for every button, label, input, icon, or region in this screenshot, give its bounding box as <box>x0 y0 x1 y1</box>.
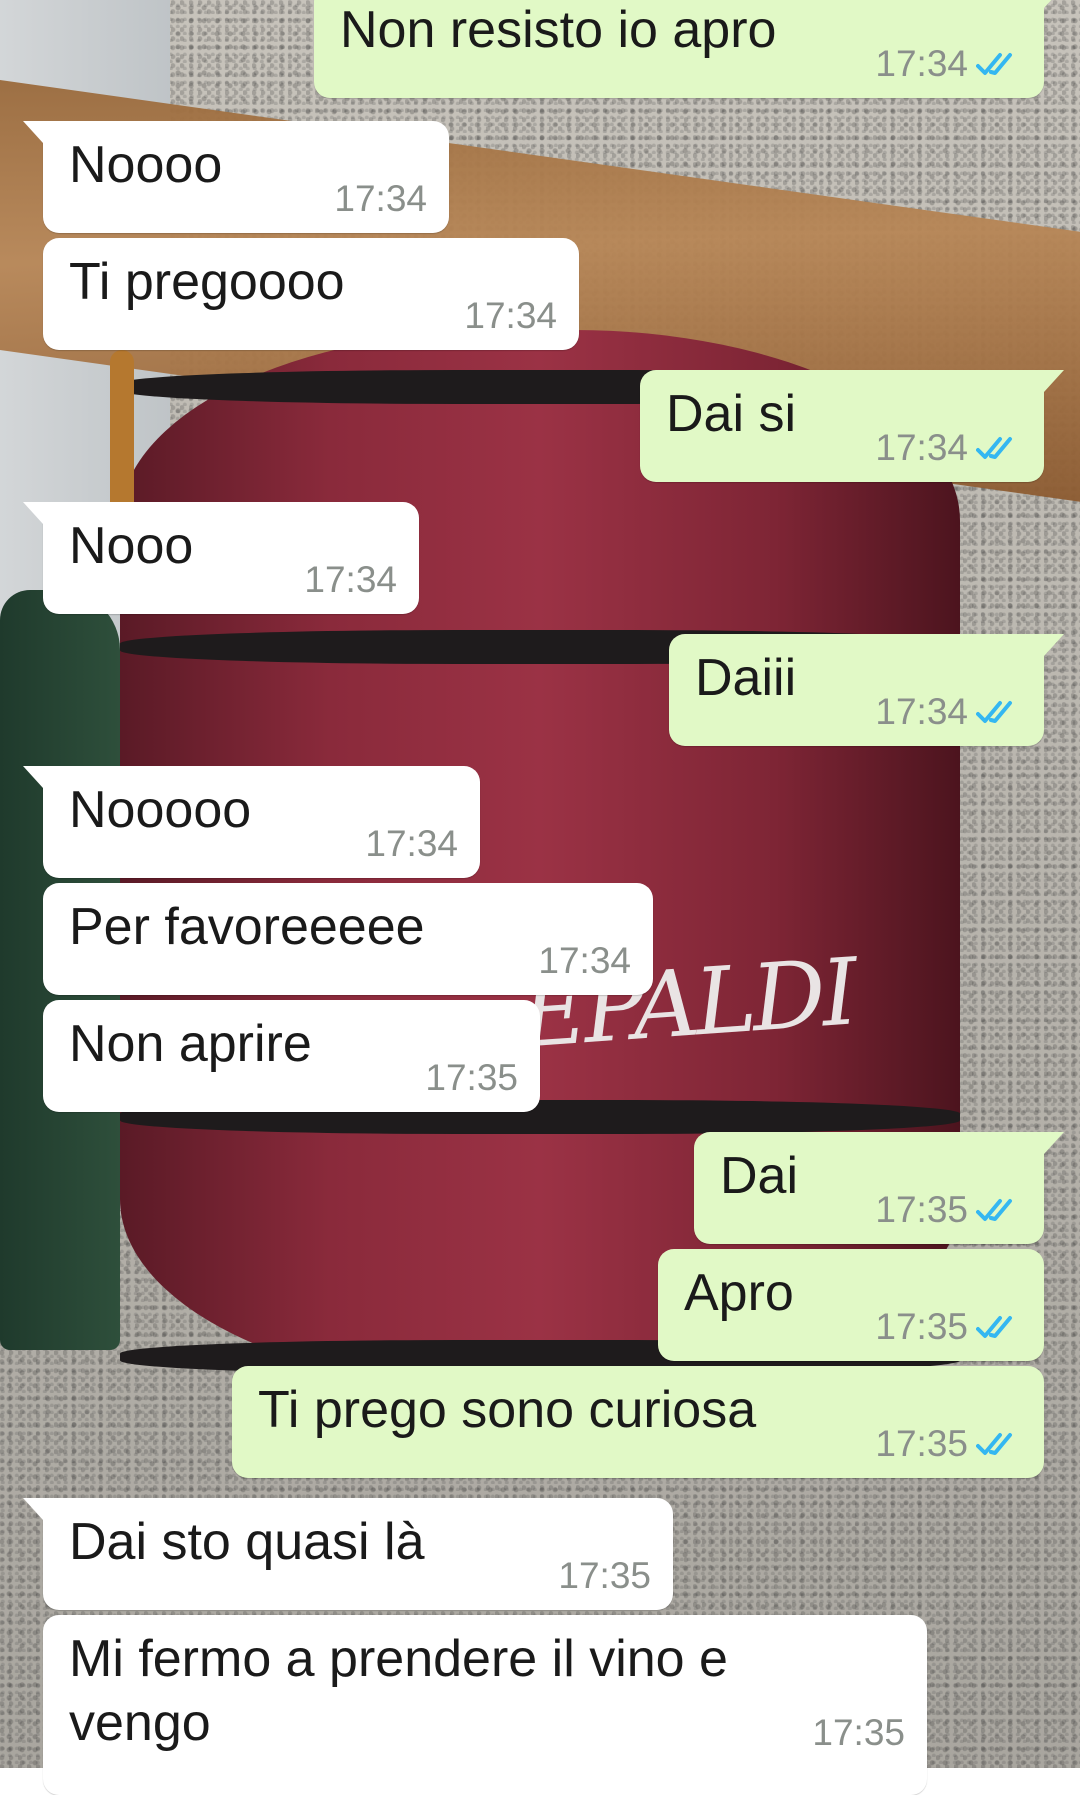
message-meta: 17:35 <box>875 1306 1022 1347</box>
message-meta: 17:35 <box>812 1712 905 1753</box>
message-meta: 17:34 <box>875 43 1022 84</box>
double-check-read-icon <box>976 1199 1012 1221</box>
message-time: 17:35 <box>875 1306 968 1347</box>
message-meta: 17:34 <box>334 178 427 219</box>
message-time: 17:35 <box>875 1423 968 1464</box>
message-meta: 17:34 <box>304 559 397 600</box>
message-meta: 17:35 <box>875 1423 1022 1464</box>
message-meta: 17:35 <box>558 1555 651 1596</box>
message-time: 17:35 <box>875 1189 968 1230</box>
message-bubble-incoming[interactable]: Mi fermo a prendere il vino e vengo 17:3… <box>43 1615 927 1795</box>
message-time: 17:35 <box>558 1555 651 1596</box>
message-meta: 17:35 <box>425 1057 518 1098</box>
message-bubble-outgoing[interactable]: Dai 17:35 <box>694 1132 1064 1244</box>
message-bubble-outgoing[interactable]: Ti prego sono curiosa 17:35 <box>232 1366 1044 1478</box>
double-check-read-icon <box>976 1433 1012 1455</box>
message-bubble-outgoing[interactable]: Apro 17:35 <box>658 1249 1044 1361</box>
message-time: 17:34 <box>875 691 968 732</box>
message-time: 17:35 <box>425 1057 518 1098</box>
message-bubble-outgoing[interactable]: Dai si 17:34 <box>640 370 1064 482</box>
double-check-read-icon <box>976 1316 1012 1338</box>
message-meta: 17:35 <box>875 1189 1022 1230</box>
message-time: 17:34 <box>334 178 427 219</box>
message-bubble-outgoing[interactable]: Non resisto io apro 17:34 <box>314 0 1064 98</box>
message-meta: 17:34 <box>875 691 1022 732</box>
message-text: Mi fermo a prendere il vino e vengo <box>69 1630 743 1752</box>
double-check-read-icon <box>976 437 1012 459</box>
message-meta: 17:34 <box>538 940 631 981</box>
message-bubble-outgoing[interactable]: Daiii 17:34 <box>669 634 1064 746</box>
message-time: 17:35 <box>812 1712 905 1753</box>
message-bubble-incoming[interactable]: Nooo 17:34 <box>23 502 419 614</box>
message-bubble-incoming[interactable]: Non aprire 17:35 <box>43 1000 540 1112</box>
message-bubble-incoming[interactable]: Per favoreeeee 17:34 <box>43 883 653 995</box>
message-time: 17:34 <box>875 427 968 468</box>
message-bubble-incoming[interactable]: Dai sto quasi là 17:35 <box>23 1498 673 1610</box>
message-time: 17:34 <box>365 823 458 864</box>
double-check-read-icon <box>976 53 1012 75</box>
message-meta: 17:34 <box>365 823 458 864</box>
message-bubble-incoming[interactable]: Noooo 17:34 <box>23 121 449 233</box>
double-check-read-icon <box>976 701 1012 723</box>
message-time: 17:34 <box>464 295 557 336</box>
message-bubble-incoming[interactable]: Nooooo 17:34 <box>23 766 480 878</box>
message-meta: 17:34 <box>875 427 1022 468</box>
message-time: 17:34 <box>875 43 968 84</box>
message-meta: 17:34 <box>464 295 557 336</box>
message-time: 17:34 <box>304 559 397 600</box>
message-bubble-incoming[interactable]: Ti pregoooo 17:34 <box>43 238 579 350</box>
message-time: 17:34 <box>538 940 631 981</box>
